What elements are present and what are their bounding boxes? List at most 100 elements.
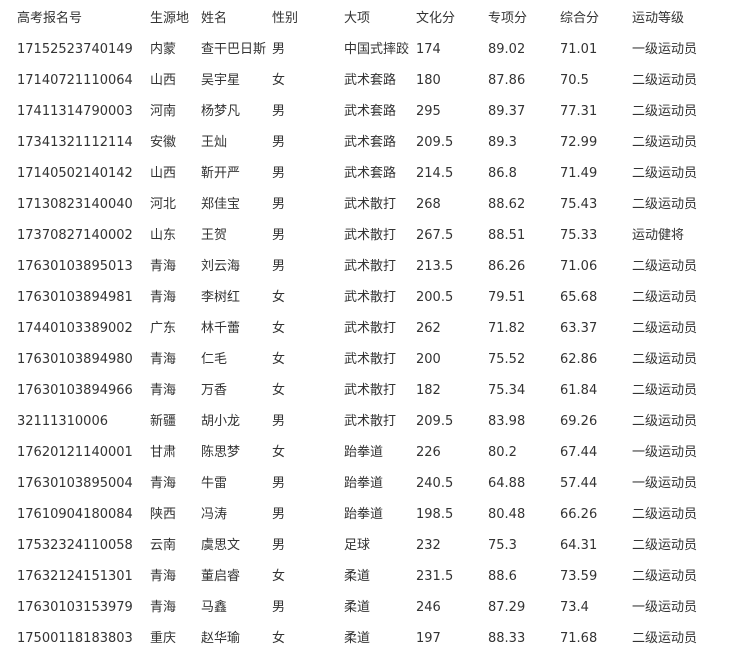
origin-cell: 安徽 — [150, 135, 177, 150]
header-name: 姓名 — [201, 11, 228, 26]
athlete-level-cell: 一级运动员 — [632, 600, 698, 615]
culture-score-cell: 267.5 — [416, 228, 454, 243]
origin-cell: 新疆 — [150, 414, 177, 429]
exam-id-cell: 17630103895013 — [17, 259, 133, 274]
exam-id-cell: 17152523740149 — [17, 42, 133, 57]
special-score-cell: 88.33 — [488, 631, 526, 646]
origin-cell: 陕西 — [150, 507, 177, 522]
gender-cell: 男 — [272, 166, 286, 181]
sport-cell: 武术散打 — [344, 321, 397, 336]
culture-score-cell: 262 — [416, 321, 441, 336]
exam-id-cell: 17140721110064 — [17, 73, 133, 88]
athlete-level-cell: 二级运动员 — [632, 569, 698, 584]
total-score-cell: 69.26 — [560, 414, 598, 429]
origin-cell: 青海 — [150, 476, 177, 491]
athlete-level-cell: 一级运动员 — [632, 42, 698, 57]
origin-cell: 青海 — [150, 600, 177, 615]
gender-cell: 男 — [272, 414, 286, 429]
exam-id-cell: 17630103153979 — [17, 600, 133, 615]
exam-id-cell: 17630103895004 — [17, 476, 133, 491]
origin-cell: 青海 — [150, 352, 177, 367]
total-score-cell: 64.31 — [560, 538, 598, 553]
origin-cell: 河南 — [150, 104, 177, 119]
gender-cell: 男 — [272, 600, 286, 615]
athlete-level-cell: 二级运动员 — [632, 538, 698, 553]
gender-cell: 女 — [272, 73, 286, 88]
special-score-cell: 71.82 — [488, 321, 526, 336]
culture-score-cell: 209.5 — [416, 135, 454, 150]
exam-id-cell: 17630103894966 — [17, 383, 133, 398]
name-cell: 陈思梦 — [201, 445, 241, 460]
special-score-cell: 88.51 — [488, 228, 526, 243]
header-origin: 生源地 — [150, 11, 190, 26]
special-score-cell: 83.98 — [488, 414, 526, 429]
header-gender: 性别 — [272, 11, 299, 26]
special-score-cell: 80.2 — [488, 445, 517, 460]
special-score-cell: 89.37 — [488, 104, 526, 119]
table-row: 17620121140001 甘肃 陈思梦 女 跆拳道 226 80.2 67.44 一级运动员 — [0, 437, 729, 468]
culture-score-cell: 197 — [416, 631, 441, 646]
special-score-cell: 89.3 — [488, 135, 517, 150]
athlete-level-cell: 二级运动员 — [632, 383, 698, 398]
culture-score-cell: 200 — [416, 352, 441, 367]
total-score-cell: 71.49 — [560, 166, 598, 181]
exam-id-cell: 17500118183803 — [17, 631, 133, 646]
table-row: 17610904180084 陕西 冯涛 男 跆拳道 198.5 80.48 66.26 二级运… — [0, 499, 729, 530]
exam-id-cell: 17630103894980 — [17, 352, 133, 367]
culture-score-cell: 268 — [416, 197, 441, 212]
sport-cell: 武术散打 — [344, 228, 397, 243]
sport-cell: 柔道 — [344, 631, 371, 646]
exam-id-cell: 17370827140002 — [17, 228, 133, 243]
exam-id-cell: 17130823140040 — [17, 197, 133, 212]
origin-cell: 云南 — [150, 538, 177, 553]
special-score-cell: 64.88 — [488, 476, 526, 491]
name-cell: 虞思文 — [201, 538, 241, 553]
origin-cell: 青海 — [150, 383, 177, 398]
total-score-cell: 70.5 — [560, 73, 589, 88]
special-score-cell: 87.29 — [488, 600, 526, 615]
special-score-cell: 89.02 — [488, 42, 526, 57]
name-cell: 胡小龙 — [201, 414, 241, 429]
culture-score-cell: 200.5 — [416, 290, 454, 305]
table-row: 17630103895013 青海 刘云海 男 武术散打 213.5 86.26 71.06 二… — [0, 251, 729, 282]
gender-cell: 男 — [272, 538, 286, 553]
total-score-cell: 65.68 — [560, 290, 598, 305]
culture-score-cell: 180 — [416, 73, 441, 88]
table-row: 17500118183803 重庆 赵华瑜 女 柔道 197 88.33 71.68 二级运动员 — [0, 623, 729, 654]
culture-score-cell: 240.5 — [416, 476, 454, 491]
table-row: 17532324110058 云南 虞思文 男 足球 232 75.3 64.31 二级运动员 — [0, 530, 729, 561]
sport-cell: 武术散打 — [344, 383, 397, 398]
culture-score-cell: 182 — [416, 383, 441, 398]
name-cell: 刘云海 — [201, 259, 241, 274]
name-cell: 仁毛 — [201, 352, 228, 367]
sport-cell: 跆拳道 — [344, 445, 384, 460]
table-header-row: 高考报名号 生源地 姓名 性别 大项 文化分 专项分 综合分 运动等级 — [0, 3, 729, 34]
athlete-level-cell: 二级运动员 — [632, 414, 698, 429]
athlete-level-cell: 二级运动员 — [632, 166, 698, 181]
sport-cell: 武术散打 — [344, 197, 397, 212]
origin-cell: 山东 — [150, 228, 177, 243]
table-row: 17632124151301 青海 董启睿 女 柔道 231.5 88.6 73.59 二级运动… — [0, 561, 729, 592]
gender-cell: 男 — [272, 259, 286, 274]
name-cell: 吴宇星 — [201, 73, 241, 88]
special-score-cell: 75.3 — [488, 538, 517, 553]
exam-id-cell: 17532324110058 — [17, 538, 133, 553]
athlete-level-cell: 二级运动员 — [632, 321, 698, 336]
sport-cell: 武术套路 — [344, 135, 397, 150]
table-row: 17370827140002 山东 王贺 男 武术散打 267.5 88.51 75.33 运动… — [0, 220, 729, 251]
sport-cell: 武术散打 — [344, 414, 397, 429]
name-cell: 董启睿 — [201, 569, 241, 584]
special-score-cell: 87.86 — [488, 73, 526, 88]
athlete-level-cell: 二级运动员 — [632, 352, 698, 367]
special-score-cell: 88.62 — [488, 197, 526, 212]
total-score-cell: 57.44 — [560, 476, 598, 491]
exam-id-cell: 17440103389002 — [17, 321, 133, 336]
exam-id-cell: 17620121140001 — [17, 445, 133, 460]
name-cell: 王贺 — [201, 228, 228, 243]
origin-cell: 河北 — [150, 197, 177, 212]
special-score-cell: 86.26 — [488, 259, 526, 274]
table-row: 17630103895004 青海 牛雷 男 跆拳道 240.5 64.88 57.44 一级运… — [0, 468, 729, 499]
total-score-cell: 63.37 — [560, 321, 598, 336]
name-cell: 靳开严 — [201, 166, 241, 181]
culture-score-cell: 232 — [416, 538, 441, 553]
